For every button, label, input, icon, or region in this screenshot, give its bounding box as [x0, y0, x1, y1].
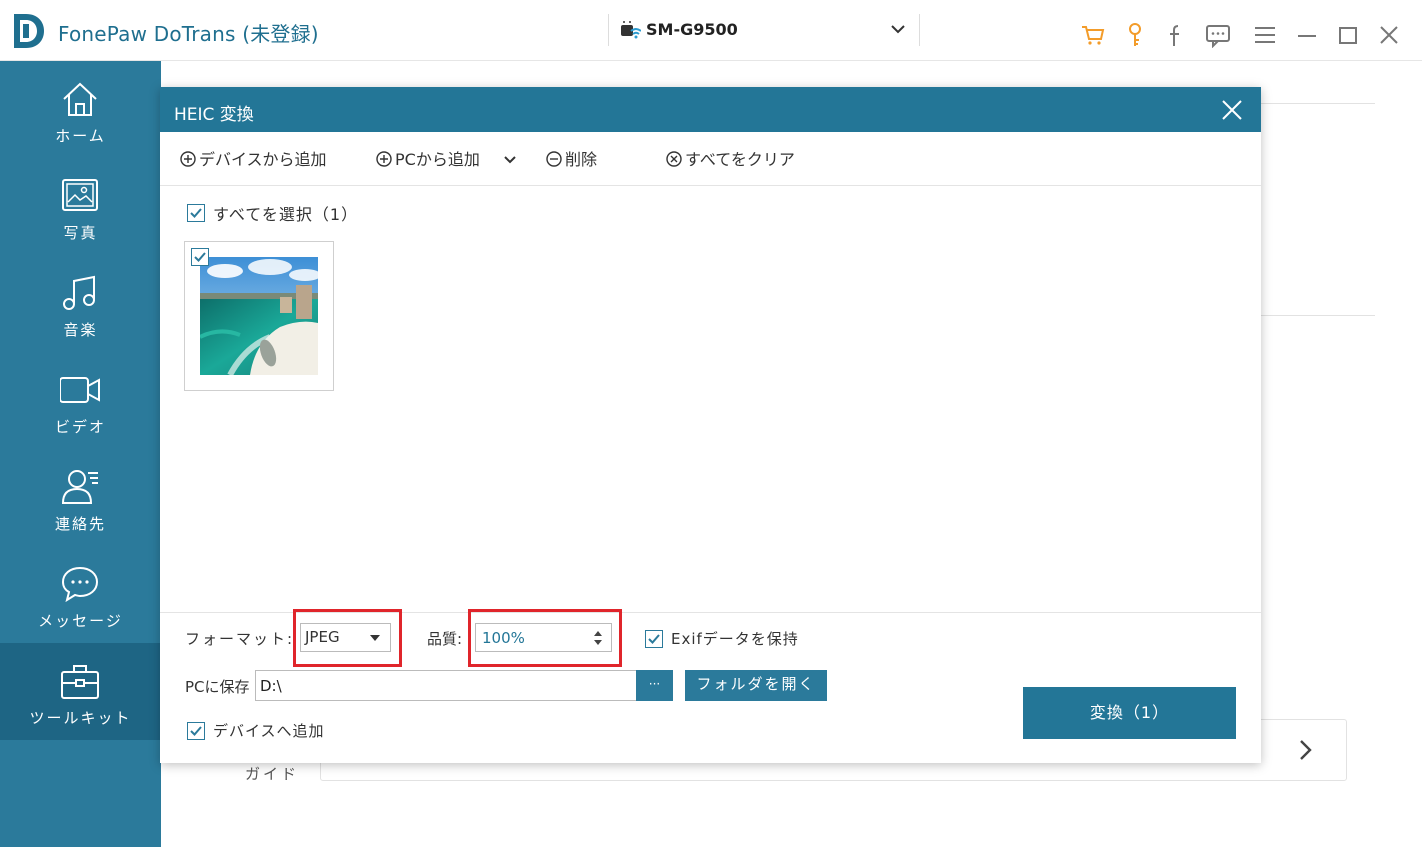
chevron-down-icon[interactable] [889, 20, 907, 38]
sidebar-item-toolkit[interactable]: ツールキット [0, 643, 161, 740]
checkbox-checked[interactable] [187, 204, 205, 222]
app-title: FonePaw DoTrans (未登録) [58, 18, 319, 47]
app-name: FonePaw DoTrans [58, 22, 236, 46]
select-all-checkbox[interactable]: すべてを選択（1） [187, 201, 359, 224]
title-bar: FonePaw DoTrans (未登録) SM-G9500 [0, 0, 1422, 61]
photo-icon [60, 176, 100, 216]
keep-exif-label: Exifデータを保持 [671, 630, 799, 648]
contacts-icon [60, 467, 100, 507]
photo-thumbnail[interactable] [184, 241, 334, 391]
sidebar-item-label: ホーム [55, 127, 106, 145]
highlight-box-format [293, 609, 402, 667]
facebook-icon[interactable] [1163, 22, 1189, 48]
sidebar-item-messages[interactable]: メッセージ [0, 546, 161, 643]
beach-photo [200, 257, 318, 375]
dialog-title: HEIC 変換 [174, 105, 254, 125]
save-path-input[interactable]: D:\ [255, 670, 637, 701]
browse-button[interactable]: ··· [636, 670, 673, 701]
sidebar-item-label: ビデオ [54, 418, 106, 436]
menu-icon[interactable] [1252, 22, 1278, 48]
close-icon[interactable] [1376, 22, 1402, 48]
checkbox-checked[interactable] [645, 629, 663, 648]
save-to-pc-label: PCに保存 [185, 678, 250, 696]
plus-circle-icon [376, 150, 392, 167]
chevron-down-icon[interactable] [502, 152, 518, 166]
cart-icon[interactable] [1080, 22, 1106, 48]
format-label: フォーマット: [185, 630, 295, 648]
highlight-box-quality [468, 609, 622, 667]
heic-convert-dialog: HEIC 変換 デバイスから追加 PCから追加 削除 すべてをクリア すべてを選… [160, 87, 1261, 763]
dialog-header: HEIC 変換 [160, 87, 1261, 132]
key-icon[interactable] [1122, 22, 1148, 48]
dialog-toolbar: デバイスから追加 PCから追加 削除 すべてをクリア [160, 132, 1261, 186]
sidebar: ホーム 写真 音楽 ビデオ 連絡先 メッセージ ツールキット [0, 61, 161, 847]
quality-label: 品質: [427, 630, 463, 648]
keep-exif-checkbox[interactable]: Exifデータを保持 [645, 628, 799, 649]
maximize-icon[interactable] [1335, 22, 1361, 48]
delete-button[interactable]: 削除 [546, 150, 597, 170]
minus-circle-icon [546, 150, 562, 167]
add-from-pc-label: PCから追加 [395, 150, 480, 169]
home-icon [60, 79, 100, 119]
app-logo-icon [10, 12, 46, 50]
message-icon [60, 564, 100, 604]
toolkit-icon [60, 661, 100, 701]
save-path-value: D:\ [260, 677, 282, 695]
select-all-label: すべてを選択（1） [213, 205, 359, 224]
chevron-right-icon[interactable] [1296, 738, 1316, 762]
device-name: SM-G9500 [646, 20, 738, 39]
sidebar-item-contacts[interactable]: 連絡先 [0, 449, 161, 546]
minimize-icon[interactable] [1294, 22, 1320, 48]
registration-status[interactable]: (未登録) [242, 22, 319, 46]
thumbnail-checkbox[interactable] [191, 248, 209, 266]
plus-circle-icon [180, 150, 196, 167]
music-icon [60, 273, 100, 313]
device-selector[interactable]: SM-G9500 [608, 14, 920, 46]
close-icon[interactable] [1221, 99, 1243, 121]
divider [1260, 103, 1375, 104]
android-wifi-icon [619, 19, 642, 39]
convert-button[interactable]: 変換（1） [1023, 687, 1236, 739]
delete-label: 削除 [565, 150, 598, 169]
add-to-device-label: デバイスへ追加 [213, 722, 325, 740]
add-from-pc-button[interactable]: PCから追加 [376, 150, 480, 170]
sidebar-item-label: 連絡先 [54, 515, 106, 533]
divider [1260, 315, 1375, 316]
video-icon [59, 370, 100, 410]
sidebar-item-label: メッセージ [38, 612, 123, 630]
clear-all-label: すべてをクリア [685, 150, 795, 169]
checkbox-checked[interactable] [187, 721, 205, 740]
open-folder-button[interactable]: フォルダを開く [685, 670, 827, 701]
add-from-device-label: デバイスから追加 [199, 150, 327, 169]
add-to-device-checkbox[interactable]: デバイスへ追加 [187, 720, 325, 741]
clear-all-button[interactable]: すべてをクリア [666, 150, 795, 170]
feedback-icon[interactable] [1205, 22, 1231, 49]
sidebar-item-label: 写真 [63, 224, 98, 242]
add-from-device-button[interactable]: デバイスから追加 [180, 150, 327, 170]
sidebar-item-video[interactable]: ビデオ [0, 352, 161, 449]
x-circle-icon [666, 150, 682, 167]
guide-label: ガイド [245, 765, 300, 783]
sidebar-item-label: ツールキット [29, 709, 132, 727]
sidebar-item-music[interactable]: 音楽 [0, 255, 161, 352]
sidebar-item-home[interactable]: ホーム [0, 61, 161, 158]
sidebar-item-photos[interactable]: 写真 [0, 158, 161, 255]
sidebar-item-label: 音楽 [63, 321, 98, 339]
